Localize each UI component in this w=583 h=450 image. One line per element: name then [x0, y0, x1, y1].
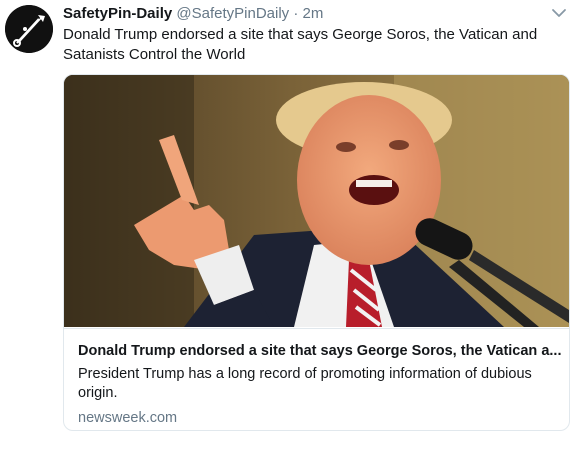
tweet-text: Donald Trump endorsed a site that says G…	[63, 26, 538, 63]
safety-pin-logo-icon	[5, 5, 53, 53]
avatar[interactable]	[5, 5, 53, 53]
separator: ·	[293, 5, 299, 22]
tweet-header: SafetyPin-Daily @SafetyPinDaily · 2m	[63, 4, 323, 24]
card-photo	[64, 75, 569, 327]
card-image[interactable]	[64, 75, 569, 327]
card-title[interactable]: Donald Trump endorsed a site that says G…	[78, 342, 563, 361]
chevron-down-icon[interactable]	[551, 7, 567, 19]
link-card[interactable]: Donald Trump endorsed a site that says G…	[63, 74, 570, 431]
timestamp[interactable]: 2m	[303, 5, 324, 22]
card-domain[interactable]: newsweek.com	[78, 409, 177, 428]
handle[interactable]: @SafetyPinDaily	[176, 5, 289, 22]
card-body[interactable]: Donald Trump endorsed a site that says G…	[64, 328, 569, 426]
display-name[interactable]: SafetyPin-Daily	[63, 5, 172, 22]
card-description: President Trump has a long record of pro…	[78, 366, 532, 401]
tweet[interactable]: SafetyPin-Daily @SafetyPinDaily · 2m Don…	[0, 0, 583, 450]
